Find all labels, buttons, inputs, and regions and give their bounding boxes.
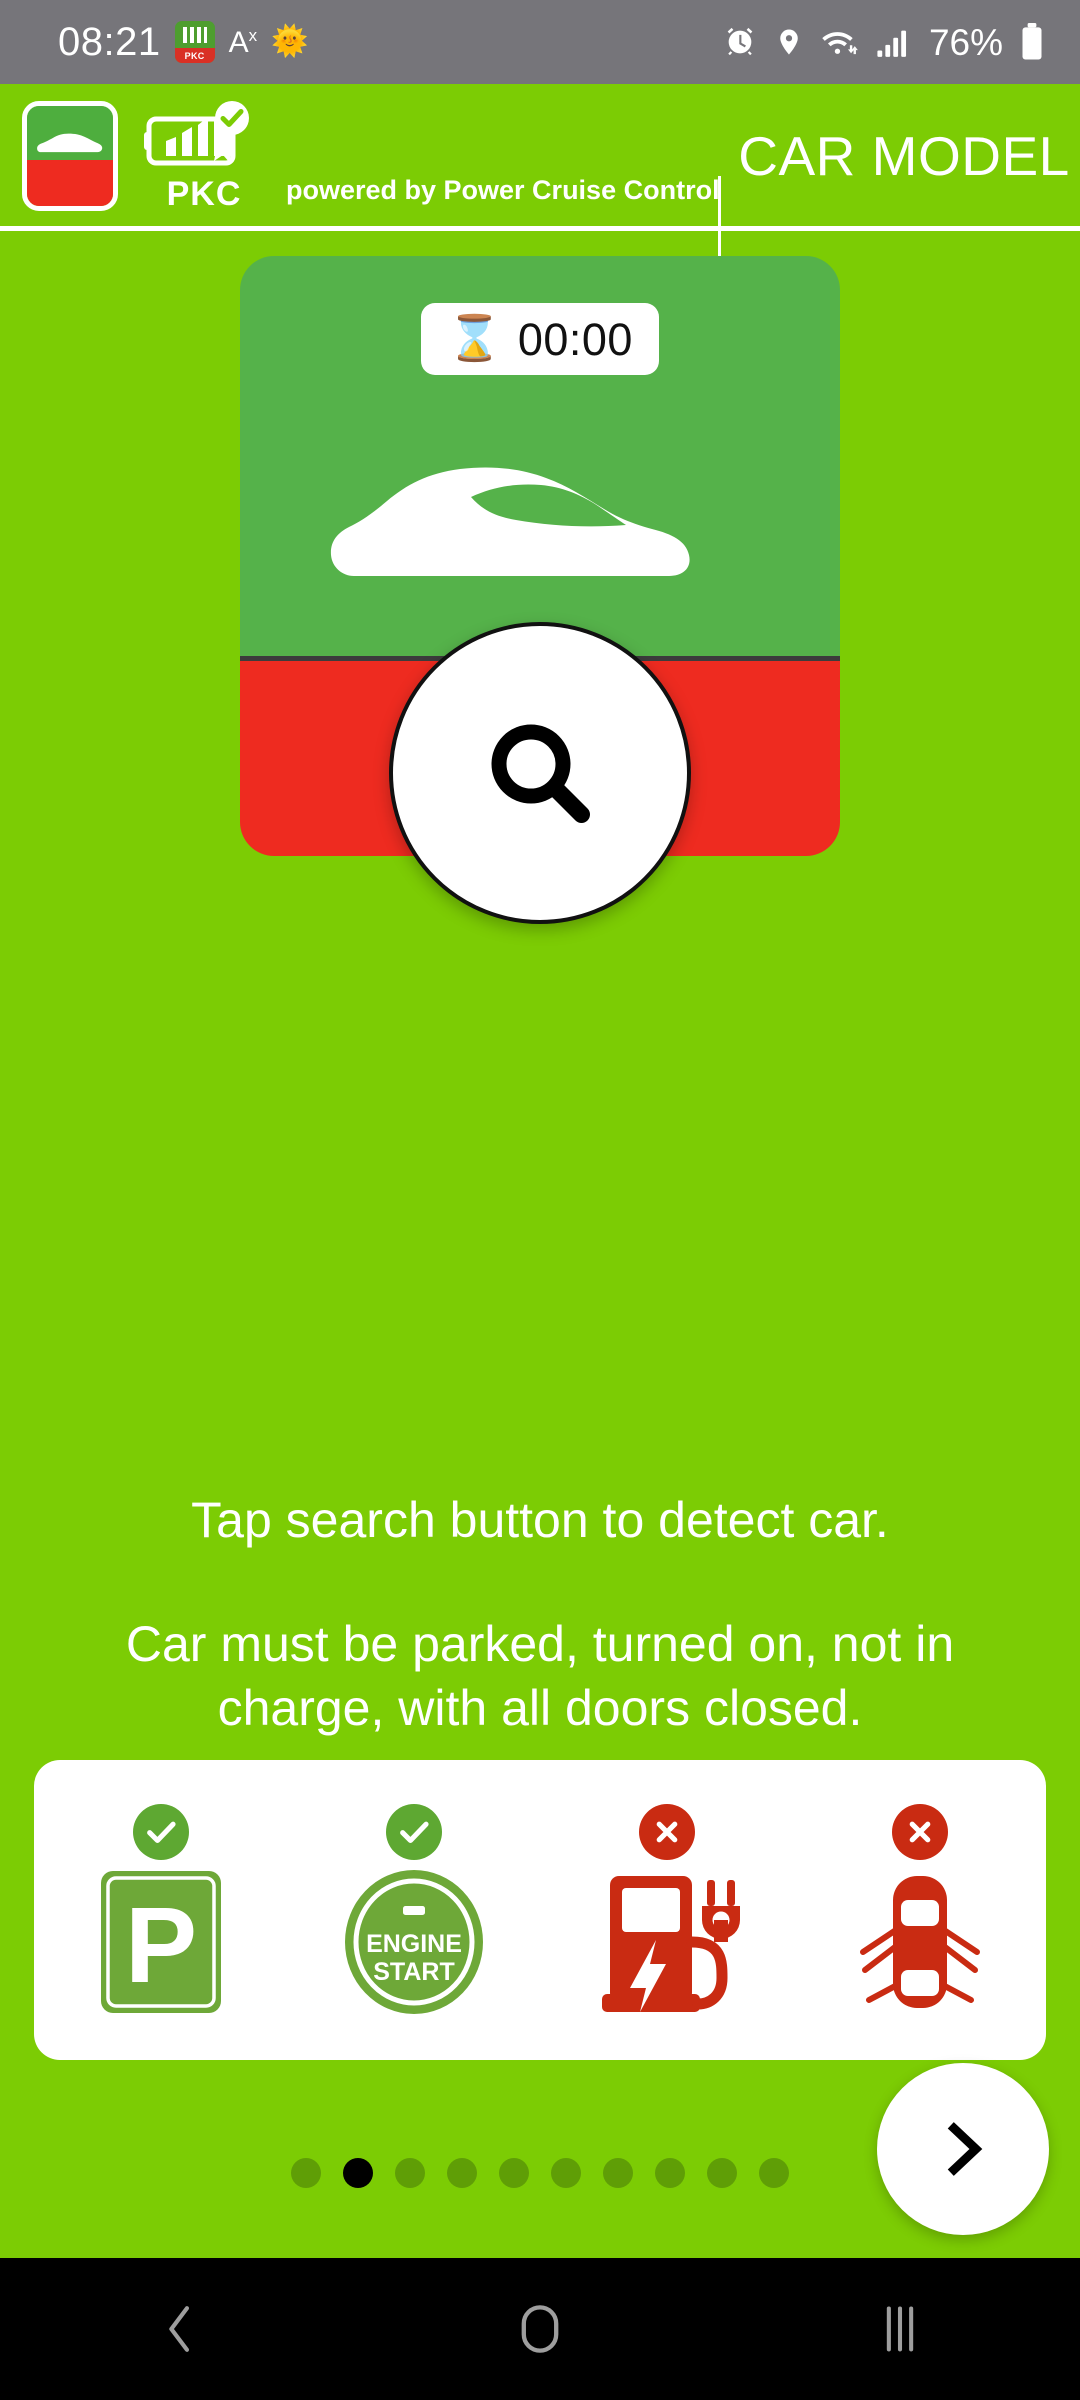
check-icon <box>132 1804 189 1860</box>
recents-button[interactable] <box>720 2303 1080 2355</box>
pkc-battery-graphic <box>144 101 249 166</box>
condition-doors-closed <box>793 1760 1046 2060</box>
check-icon <box>385 1804 442 1860</box>
status-bar-left: 08:21 PKC Ax 🌞 <box>58 21 308 63</box>
timer-badge: ⌛ 00:00 <box>421 303 659 375</box>
condition-parked: P <box>34 1760 287 2060</box>
condition-not-charging <box>540 1760 793 2060</box>
page-dot[interactable] <box>499 2158 529 2188</box>
pkc-notification-label: PKC <box>174 48 215 63</box>
car-app-icon <box>22 101 118 211</box>
status-bar-clock: 08:21 <box>58 20 161 64</box>
android-nav-bar <box>0 2258 1080 2400</box>
pkc-brand-label: PKC <box>166 175 242 213</box>
conditions-card: P ENGINE START <box>34 1760 1046 2060</box>
car-doors-open-icon <box>841 1868 999 2016</box>
header-brand-area: PKC powered by Power Cruise Control <box>0 84 721 316</box>
charging-station-icon <box>588 1868 746 2016</box>
sun-icon: 🌞 <box>271 25 309 58</box>
cross-icon <box>891 1804 948 1860</box>
svg-text:ENGINE: ENGINE <box>366 1930 462 1958</box>
next-button[interactable] <box>877 2063 1049 2235</box>
home-icon <box>521 2305 559 2353</box>
car-illustration <box>320 464 760 594</box>
condition-engine-on: ENGINE START <box>287 1760 540 2060</box>
instruction-secondary: Car must be parked, turned on, not in ch… <box>125 1616 955 1736</box>
page-dot[interactable] <box>291 2158 321 2188</box>
app-root: 08:21 PKC Ax 🌞 76% PKC powered by Power … <box>0 0 1080 2400</box>
alarm-icon <box>723 25 757 59</box>
timer-value: 00:00 <box>517 313 633 365</box>
battery-icon <box>1020 23 1044 61</box>
back-icon <box>169 2306 190 2352</box>
hourglass-icon: ⌛ <box>447 314 502 363</box>
header-underline <box>0 226 1080 231</box>
battery-percent-label: 76% <box>928 21 1003 63</box>
app-header: PKC powered by Power Cruise Control CAR … <box>0 84 1080 316</box>
page-dot[interactable] <box>395 2158 425 2188</box>
instruction-primary: Tap search button to detect car. <box>191 1492 889 1548</box>
signal-icon <box>876 26 910 58</box>
home-button[interactable] <box>360 2302 720 2356</box>
car-silhouette-icon <box>37 133 103 153</box>
detect-card-top: ⌛ 00:00 <box>240 256 840 656</box>
pkc-battery-logo: PKC <box>144 101 264 211</box>
page-dot[interactable] <box>759 2158 789 2188</box>
svg-text:START: START <box>373 1958 454 1986</box>
wifi-icon <box>821 25 859 59</box>
page-dot[interactable] <box>551 2158 581 2188</box>
parking-sign-icon: P <box>82 1868 240 2016</box>
car-silhouette-icon <box>330 467 690 576</box>
page-dot[interactable] <box>655 2158 685 2188</box>
engine-start-icon: ENGINE START <box>335 1868 493 2016</box>
cross-icon <box>638 1804 695 1860</box>
header-title-area: CAR MODEL <box>718 84 1080 228</box>
search-button[interactable] <box>389 622 691 924</box>
location-icon <box>774 25 804 59</box>
svg-text:P: P <box>124 1884 196 2005</box>
pkc-notification-icon: PKC <box>174 21 215 63</box>
status-bar-right: 76% <box>723 23 1044 61</box>
search-icon <box>491 724 590 823</box>
page-dot[interactable] <box>447 2158 477 2188</box>
font-size-icon: Ax <box>228 25 258 59</box>
pagination-dots[interactable] <box>0 2158 1080 2188</box>
page-dot-active[interactable] <box>343 2158 373 2188</box>
status-bar: 08:21 PKC Ax 🌞 76% <box>0 0 1080 84</box>
powered-by-label: powered by Power Cruise Control <box>286 175 720 205</box>
back-button[interactable] <box>0 2303 360 2355</box>
page-dot[interactable] <box>603 2158 633 2188</box>
page-title: CAR MODEL <box>738 125 1070 187</box>
recents-icon <box>886 2306 914 2352</box>
page-dot[interactable] <box>707 2158 737 2188</box>
